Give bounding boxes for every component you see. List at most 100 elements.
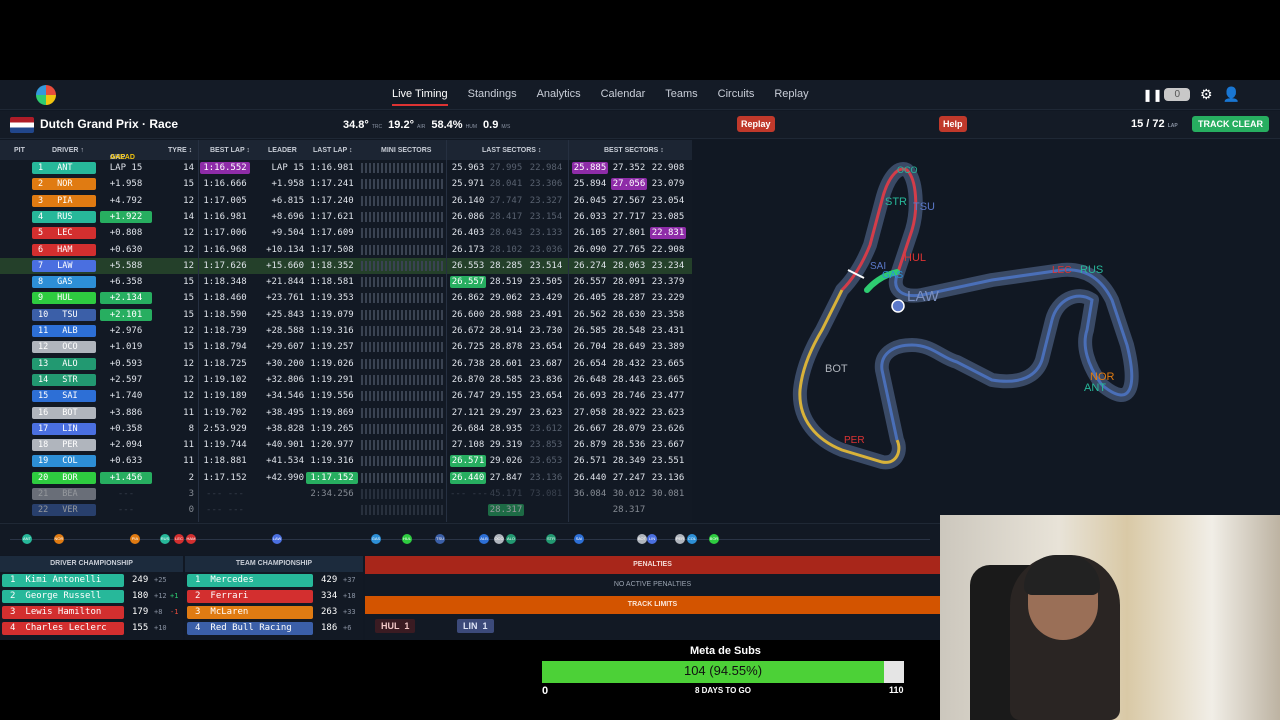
progress-dot-oco[interactable]: OCO	[494, 534, 504, 544]
timing-row[interactable]: 12 OCO +1.019 15 1:18.794 +29.607 1:19.257 26.7…	[0, 339, 692, 355]
progress-dot-pia[interactable]: PIA	[130, 534, 140, 544]
track-limits-tag[interactable]: HUL 1	[375, 619, 416, 633]
timing-row[interactable]: 21 BEA --- 3 --- --- 2:34.256 --- --- 45.171 73.…	[0, 486, 692, 502]
progress-dot-bot[interactable]: BOT	[637, 534, 647, 544]
timing-row[interactable]: 10 TSU +2.101 15 1:18.590 +25.843 1:19.079 26.6…	[0, 307, 692, 323]
timing-row[interactable]: 6 HAM +0.630 12 1:16.968 +10.134 1:17.508 26.17…	[0, 242, 692, 258]
championship-row[interactable]: 4 Charles Leclerc 155 +10	[0, 620, 183, 636]
progress-dot-law[interactable]: LAW	[272, 534, 282, 544]
progress-dot-bor[interactable]: BOR	[709, 534, 719, 544]
driver-badge[interactable]: 15 SAI	[32, 390, 96, 403]
gap-value: +2.094	[109, 440, 143, 451]
track-map[interactable]: LAW OCO STR TSU HUL SAI GAS RUS LEC NOR …	[692, 140, 1280, 522]
progress-dot-ant[interactable]: ANT	[22, 534, 32, 544]
driver-badge[interactable]: 14 STR	[32, 373, 96, 386]
championship-row[interactable]: 3 McLaren 263 +33	[185, 604, 363, 620]
progress-dot-tsu[interactable]: TSU	[435, 534, 445, 544]
progress-dot-col[interactable]: COL	[687, 534, 697, 544]
col-tyre[interactable]: TYRE ↕	[168, 147, 192, 154]
col-best-sectors[interactable]: BEST SECTORS ↕	[604, 147, 664, 154]
progress-dot-alb[interactable]: ALB	[479, 534, 489, 544]
timing-row[interactable]: 13 ALO +0.593 12 1:18.725 +30.200 1:19.026 26.7…	[0, 356, 692, 372]
driver-badge[interactable]: 10 TSU	[32, 308, 96, 321]
driver-badge[interactable]: 21 BEA	[32, 488, 96, 500]
championship-row[interactable]: 2 George Russell 180 +12 +1	[0, 588, 183, 604]
driver-badge[interactable]: 8 GAS	[32, 276, 96, 289]
col-pit[interactable]: PIT	[14, 147, 25, 154]
nav-teams[interactable]: Teams	[665, 88, 697, 106]
driver-badge[interactable]: 2 NOR	[32, 178, 96, 191]
track-limits-tag[interactable]: LIN 1	[457, 619, 494, 633]
replay-button[interactable]: Replay	[737, 116, 775, 132]
timing-row[interactable]: 11 ALB +2.976 12 1:18.739 +28.588 1:19.316 26.6…	[0, 323, 692, 339]
nav-analytics[interactable]: Analytics	[537, 88, 581, 106]
col-last-lap[interactable]: LAST LAP ↕	[313, 147, 353, 154]
championship-name: 2 Ferrari	[187, 590, 313, 603]
driver-badge[interactable]: 4 RUS	[32, 210, 96, 223]
driver-badge[interactable]: 13 ALO	[32, 357, 96, 370]
timing-row[interactable]: 20 BOR +1.456 2 1:17.152 +42.990 1:17.152 26.44…	[0, 470, 692, 486]
timing-row[interactable]: 15 SAI +1.740 12 1:19.189 +34.546 1:19.556 26.7…	[0, 388, 692, 404]
driver-badge[interactable]: 1 ANT	[32, 162, 96, 174]
col-leader[interactable]: LEADER	[268, 147, 297, 154]
progress-dot-ham[interactable]: HAM	[186, 534, 196, 544]
driver-badge[interactable]: 11 ALB	[32, 325, 96, 337]
driver-badge[interactable]: 17 LIN	[32, 422, 96, 435]
timing-row[interactable]: 17 LIN +0.358 8 2:53.929 +38.828 1:19.265 26.68…	[0, 421, 692, 437]
col-best-lap[interactable]: BEST LAP ↕	[210, 147, 250, 154]
nav-calendar[interactable]: Calendar	[601, 88, 646, 106]
championship-row[interactable]: 1 Mercedes 429 +37	[185, 572, 363, 588]
progress-dot-alo[interactable]: ALO	[506, 534, 516, 544]
app-logo[interactable]	[36, 85, 56, 105]
nav-replay[interactable]: Replay	[774, 88, 808, 106]
driver-badge[interactable]: 7 LAW	[32, 259, 96, 272]
timing-row[interactable]: 16 BOT +3.886 11 1:19.702 +38.495 1:19.869 27.1…	[0, 405, 692, 421]
timing-row[interactable]: 5 LEC +0.808 12 1:17.006 +9.504 1:17.609 26.403…	[0, 225, 692, 241]
driver-badge[interactable]: 20 BOR	[32, 471, 96, 484]
timing-row[interactable]: 7 LAW +5.588 12 1:17.626 +15.660 1:18.352 26.55…	[0, 257, 692, 274]
car-marker-law[interactable]	[891, 299, 905, 313]
timing-row[interactable]: 18 PER +2.094 11 1:19.744 +40.901 1:20.977 27.1…	[0, 437, 692, 453]
progress-dot-str[interactable]: STR	[546, 534, 556, 544]
driver-badge[interactable]: 9 HUL	[32, 292, 96, 305]
driver-badge[interactable]: 22 VER	[32, 504, 96, 517]
nav-circuits[interactable]: Circuits	[718, 88, 755, 106]
timing-row[interactable]: 1 ANT LAP 15 14 1:16.552 LAP 15 1:16.981 25.963…	[0, 160, 692, 176]
progress-dot-hul[interactable]: HUL	[402, 534, 412, 544]
championship-row[interactable]: 3 Lewis Hamilton 179 +8 -1	[0, 604, 183, 620]
timing-row[interactable]: 3 PIA +4.792 12 1:17.005 +6.815 1:17.240 26.140…	[0, 193, 692, 209]
nav-live-timing[interactable]: Live Timing	[392, 88, 448, 106]
nav-standings[interactable]: Standings	[468, 88, 517, 106]
driver-badge[interactable]: 19 COL	[32, 455, 96, 468]
timing-row[interactable]: 2 NOR +1.958 15 1:16.666 +1.958 1:17.241 25.971…	[0, 176, 692, 192]
progress-dot-lec[interactable]: LEC	[174, 534, 184, 544]
progress-dot-sai[interactable]: SAI	[574, 534, 584, 544]
championship-row[interactable]: 4 Red Bull Racing 186 +6	[185, 620, 363, 636]
delay-counter[interactable]: 0	[1164, 88, 1190, 101]
timing-row[interactable]: 14 STR +2.597 12 1:19.102 +32.806 1:19.291 26.8…	[0, 372, 692, 388]
progress-dot-lin[interactable]: LIN	[647, 534, 657, 544]
timing-row[interactable]: 8 GAS +6.358 15 1:18.348 +21.844 1:18.581 26.55…	[0, 274, 692, 290]
driver-badge[interactable]: 6 HAM	[32, 243, 96, 256]
help-button[interactable]: Help	[939, 116, 967, 132]
driver-badge[interactable]: 5 LEC	[32, 227, 96, 240]
progress-dot-gas[interactable]: GAS	[371, 534, 381, 544]
timing-row[interactable]: 9 HUL +2.134 15 1:18.460 +23.761 1:19.353 26.86…	[0, 290, 692, 306]
col-driver[interactable]: DRIVER ↑	[52, 147, 84, 154]
championship-row[interactable]: 1 Kimi Antonelli 249 +25	[0, 572, 183, 588]
progress-dot-rus[interactable]: RUS	[160, 534, 170, 544]
pause-icon[interactable]: ❚❚	[1142, 88, 1162, 102]
driver-badge[interactable]: 16 BOT	[32, 406, 96, 419]
timing-row[interactable]: 4 RUS +1.922 14 1:16.981 +8.696 1:17.621 26.086…	[0, 209, 692, 225]
championship-row[interactable]: 2 Ferrari 334 +18	[185, 588, 363, 604]
col-last-sectors[interactable]: LAST SECTORS ↕	[482, 147, 541, 154]
driver-badge[interactable]: 18 PER	[32, 439, 96, 452]
progress-dot-nor[interactable]: NOR	[54, 534, 64, 544]
driver-badge[interactable]: 12 OCO	[32, 341, 96, 354]
driver-badge[interactable]: 3 PIA	[32, 194, 96, 207]
gear-icon[interactable]: ⚙	[1200, 86, 1213, 103]
timing-row[interactable]: 19 COL +0.633 11 1:18.881 +41.534 1:19.316 26.5…	[0, 453, 692, 469]
timing-row[interactable]: 22 VER --- 0 --- --- 28.317 28.317	[0, 502, 692, 518]
user-icon[interactable]: 👤	[1223, 86, 1240, 103]
progress-dot-per[interactable]: PER	[675, 534, 685, 544]
